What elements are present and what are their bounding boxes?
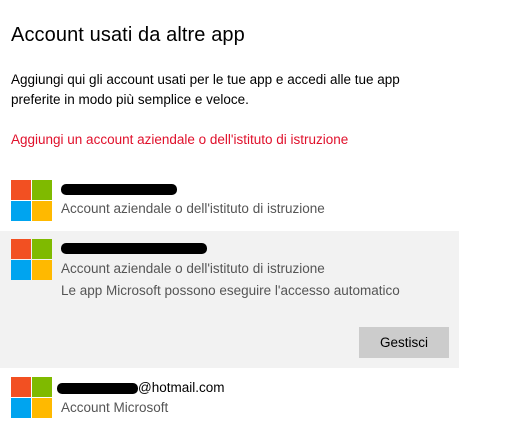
account-note: Le app Microsoft possono eseguire l'acce…: [61, 283, 400, 298]
microsoft-logo-icon: [11, 377, 52, 418]
account-type: Account Microsoft: [61, 400, 169, 415]
account-email-suffix: @hotmail.com: [138, 380, 225, 395]
redacted-account-name: [61, 243, 207, 254]
page-description: Aggiungi qui gli account usati per le tu…: [11, 72, 400, 107]
page-title: Account usati da altre app: [11, 24, 245, 46]
account-item-3[interactable]: @hotmail.com Account Microsoft: [0, 370, 459, 430]
add-work-account-link[interactable]: Aggiungi un account aziendale o dell'ist…: [11, 132, 348, 147]
microsoft-logo-icon: [11, 239, 52, 280]
manage-button[interactable]: Gestisci: [359, 327, 449, 358]
account-item-1[interactable]: Account aziendale o dell'istituto di ist…: [0, 172, 459, 232]
settings-page: Account usati da altre app Aggiungi qui …: [0, 0, 532, 439]
redacted-account-name: [61, 184, 177, 195]
redacted-email-name: [57, 383, 138, 394]
microsoft-logo-icon: [11, 180, 52, 221]
account-type: Account aziendale o dell'istituto di ist…: [61, 201, 325, 216]
account-type: Account aziendale o dell'istituto di ist…: [61, 261, 325, 276]
